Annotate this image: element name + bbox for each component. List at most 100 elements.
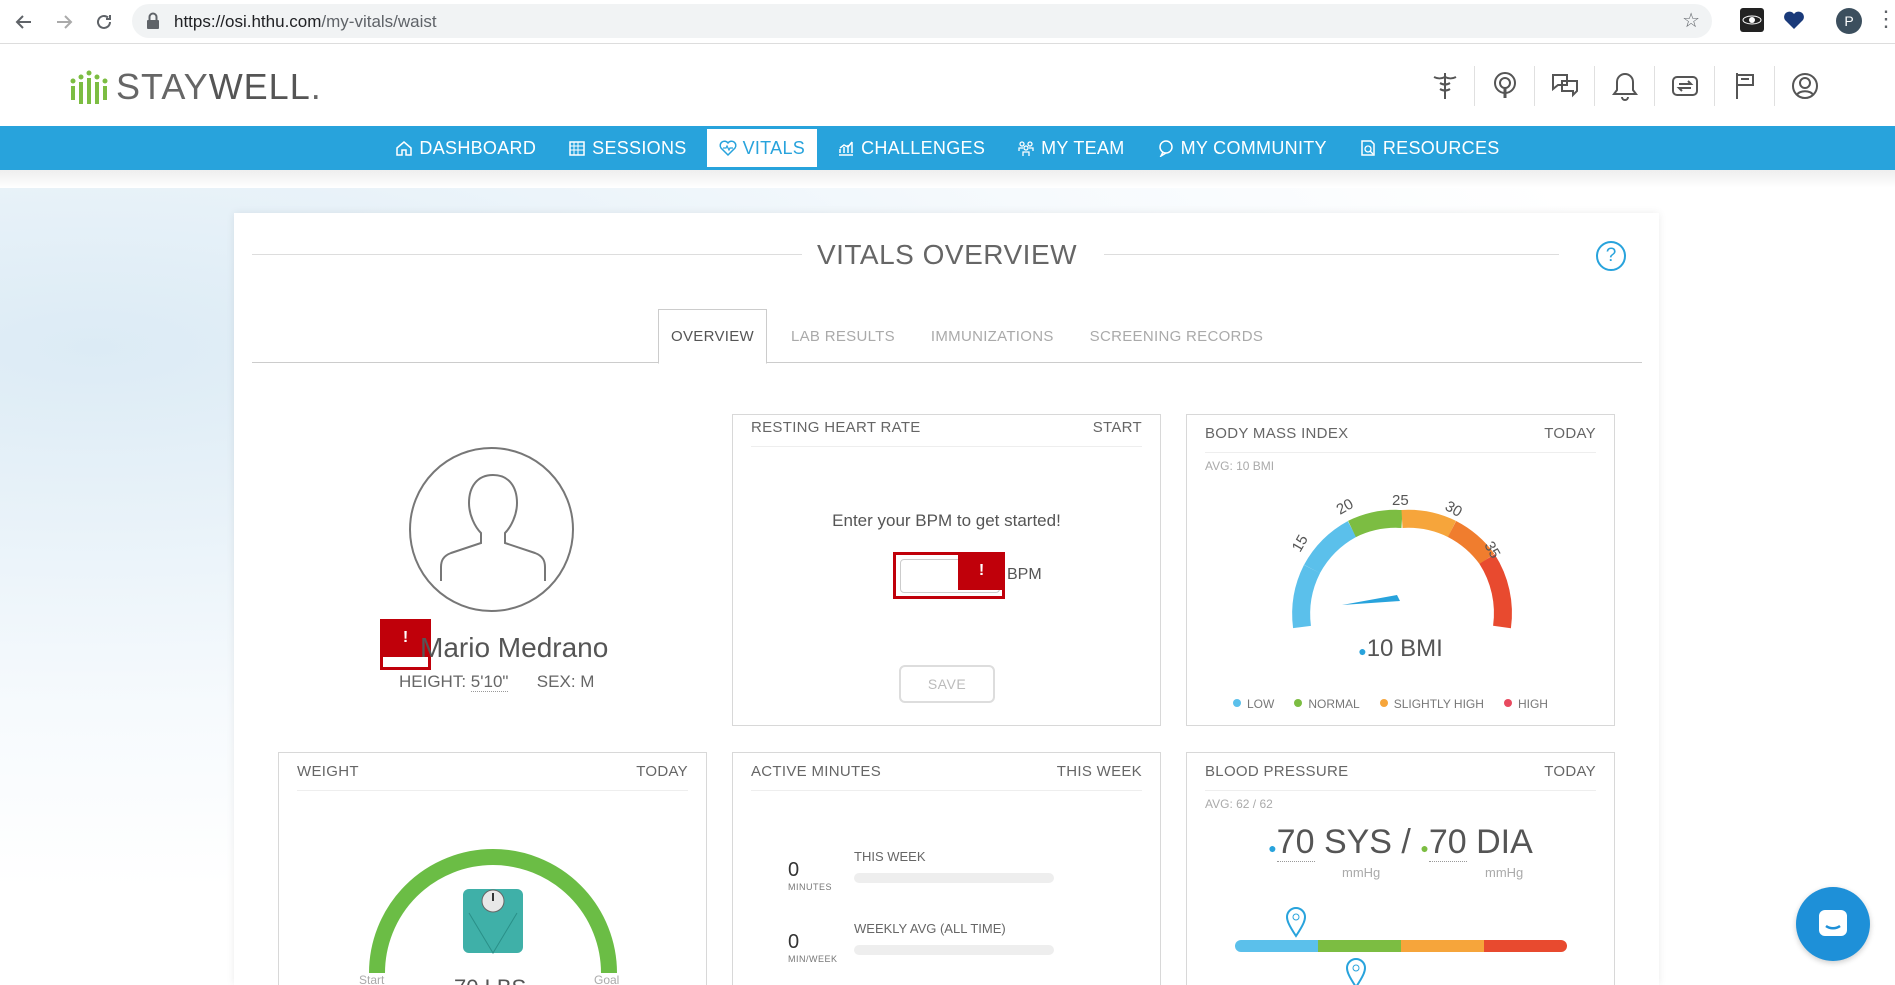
weight-value: 70 LBS	[454, 975, 526, 985]
gauge-tick: 15	[1289, 532, 1312, 555]
chat-bubble-icon	[1158, 140, 1173, 157]
systolic-marker-icon	[1285, 907, 1307, 938]
bp-average: AVG: 62 / 62	[1205, 797, 1273, 811]
tab-screening-records[interactable]: SCREENING RECORDS	[1078, 309, 1275, 363]
panel-title: WEIGHT	[297, 763, 359, 780]
this-week-progress-bar	[854, 873, 1054, 883]
extension-atom-icon[interactable]	[1740, 8, 1764, 32]
nav-shadow	[0, 170, 1895, 188]
bpm-prompt: Enter your BPM to get started!	[832, 511, 1061, 530]
panel-period: TODAY	[1544, 763, 1596, 780]
caduceus-icon[interactable]	[1415, 66, 1475, 106]
back-arrow-icon[interactable]	[10, 8, 38, 36]
nav-resources[interactable]: RESOURCES	[1347, 129, 1512, 167]
bmi-legend: LOW NORMAL SLIGHTLY HIGH HIGH	[1233, 697, 1568, 711]
team-icon	[1018, 141, 1034, 156]
tab-overview[interactable]: OVERVIEW	[658, 309, 767, 364]
active-minutes-panel: ACTIVE MINUTES THIS WEEK 0 MINUTES THIS …	[732, 752, 1161, 985]
nav-label: DASHBOARD	[419, 137, 537, 158]
reload-icon[interactable]	[90, 8, 118, 36]
profile-name: Mario Medrano	[420, 632, 609, 663]
help-icon[interactable]: ?	[1596, 241, 1626, 271]
nav-vitals[interactable]: VITALS	[706, 129, 818, 167]
flag-icon[interactable]	[1715, 66, 1775, 106]
browser-profile-avatar[interactable]: P	[1836, 8, 1862, 34]
bmi-needle	[1342, 595, 1400, 605]
bookmark-star-icon[interactable]: ☆	[1682, 8, 1700, 33]
messages-icon[interactable]	[1535, 66, 1595, 106]
calendar-icon	[569, 141, 585, 156]
browser-menu-icon[interactable]: ⋮	[1875, 6, 1895, 32]
nav-label: MY TEAM	[1041, 137, 1125, 158]
nav-my-team[interactable]: MY TEAM	[1005, 129, 1136, 167]
nav-label: SESSIONS	[592, 137, 687, 158]
bmi-panel: BODY MASS INDEX TODAY AVG: 10 BMI 15 20 …	[1186, 414, 1615, 726]
height-label: HEIGHT:	[399, 672, 467, 691]
diastolic-value[interactable]: 70	[1428, 823, 1467, 862]
legend-high: HIGH	[1503, 697, 1548, 711]
this-week-label: THIS WEEK	[854, 849, 926, 864]
save-button[interactable]: SAVE	[899, 665, 995, 703]
panel-title: ACTIVE MINUTES	[751, 763, 882, 780]
legend-slightly-high: SLIGHTLY HIGH	[1379, 697, 1484, 711]
nav-label: MY COMMUNITY	[1180, 137, 1327, 158]
diastolic-marker-icon	[1345, 958, 1367, 985]
panel-period: START	[1092, 419, 1142, 436]
lock-icon	[147, 12, 159, 29]
tab-immunizations[interactable]: IMMUNIZATIONS	[919, 309, 1066, 363]
home-icon	[396, 141, 413, 156]
systolic-value[interactable]: 70	[1276, 823, 1315, 862]
bell-icon[interactable]	[1595, 66, 1655, 106]
weight-gauge	[369, 849, 617, 974]
blood-pressure-panel: BLOOD PRESSURE TODAY AVG: 62 / 62 ●70 SY…	[1186, 752, 1615, 985]
logo-mark-icon	[70, 70, 108, 104]
panel-period: TODAY	[636, 763, 688, 780]
gauge-tick: 20	[1334, 495, 1357, 518]
sync-icon[interactable]	[1655, 66, 1715, 106]
panel-title: BODY MASS INDEX	[1205, 425, 1349, 442]
podcast-icon[interactable]	[1475, 66, 1535, 106]
height-value[interactable]: 5'10"	[470, 672, 509, 692]
tab-lab-results[interactable]: LAB RESULTS	[779, 309, 907, 363]
chat-icon	[1819, 910, 1847, 936]
bp-scale-bar	[1235, 940, 1567, 952]
sex-value: M	[580, 672, 595, 691]
heart-icon	[719, 140, 737, 157]
legend-normal: NORMAL	[1294, 697, 1360, 711]
weight-start-label: Start	[359, 973, 385, 985]
profile-meta: HEIGHT: 5'10" SEX: M	[399, 672, 594, 692]
vitals-tabs: OVERVIEW LAB RESULTS IMMUNIZATIONS SCREE…	[252, 309, 1642, 364]
legend-low: LOW	[1233, 697, 1274, 711]
systolic-unit: mmHg	[1342, 865, 1381, 880]
panel-title: RESTING HEART RATE	[751, 419, 921, 436]
panel-period: THIS WEEK	[1056, 763, 1142, 780]
user-account-icon[interactable]	[1775, 66, 1835, 106]
staywell-logo[interactable]: STAYWELL.	[70, 66, 322, 108]
weekly-avg-label: WEEKLY AVG (ALL TIME)	[854, 921, 1006, 936]
nav-dashboard[interactable]: DASHBOARD	[383, 129, 548, 167]
main-navigation: DASHBOARD SESSIONS VITALS CHALLENGES MY …	[0, 126, 1895, 170]
chat-launcher-button[interactable]	[1796, 887, 1870, 961]
nav-challenges[interactable]: CHALLENGES	[825, 129, 997, 167]
nav-label: RESOURCES	[1382, 137, 1500, 158]
bp-readings: ●70 SYS / ●70 DIA	[1268, 823, 1533, 862]
bmi-dot: ●	[1358, 643, 1367, 659]
user-silhouette-icon	[440, 474, 546, 581]
header-icon-group	[1415, 66, 1835, 106]
extension-heart-icon[interactable]	[1782, 8, 1806, 32]
this-week-stat: 0 MINUTES	[788, 859, 832, 892]
nav-my-community[interactable]: MY COMMUNITY	[1145, 129, 1339, 167]
nav-sessions[interactable]: SESSIONS	[556, 129, 698, 167]
avatar[interactable]	[409, 447, 574, 612]
panel-period: TODAY	[1544, 425, 1596, 442]
forward-arrow-icon[interactable]	[50, 8, 78, 36]
bpm-input-wrapper: !	[893, 552, 1005, 599]
chart-icon	[839, 141, 854, 156]
bpm-unit-label: BPM	[1007, 566, 1042, 583]
nav-label: VITALS	[742, 137, 806, 158]
document-icon	[1361, 140, 1375, 156]
browser-toolbar: https://osi.hthu.com/my-vitals/waist ☆ P…	[0, 0, 1895, 44]
address-bar[interactable]: https://osi.hthu.com/my-vitals/waist ☆	[132, 4, 1712, 38]
diastolic-unit: mmHg	[1485, 865, 1524, 880]
bmi-average: AVG: 10 BMI	[1205, 459, 1275, 473]
